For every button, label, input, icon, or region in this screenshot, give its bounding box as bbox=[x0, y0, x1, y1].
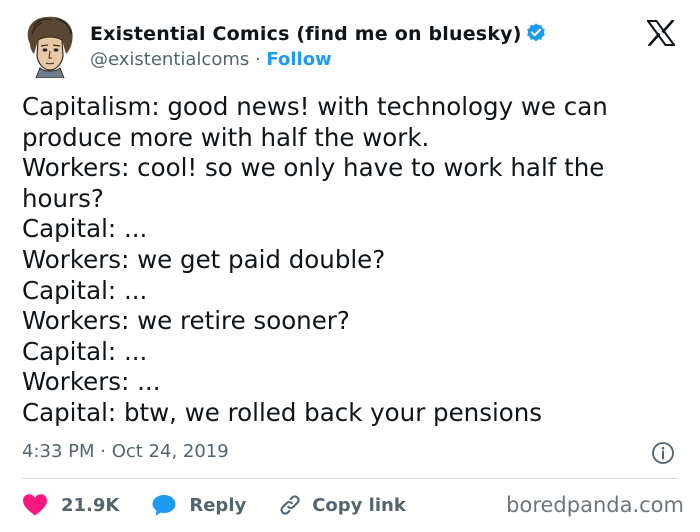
heart-icon bbox=[23, 494, 47, 516]
info-icon[interactable] bbox=[651, 441, 675, 465]
tweet-text: Capitalism: good news! with technology w… bbox=[22, 92, 682, 429]
reply-label: Reply bbox=[189, 494, 247, 516]
x-logo-icon[interactable] bbox=[647, 20, 675, 46]
speech-bubble-icon bbox=[152, 495, 176, 516]
follow-button[interactable]: Follow bbox=[266, 49, 331, 70]
link-icon bbox=[280, 495, 300, 515]
tweet-line: Capitalism: good news! with technology w… bbox=[22, 92, 608, 121]
display-name[interactable]: Existential Comics (find me on bluesky) bbox=[90, 23, 522, 45]
tweet-line: Workers: cool! so we only have to work h… bbox=[22, 153, 605, 183]
handle-row: @existentialcoms · Follow bbox=[90, 49, 332, 70]
tweet-line: Capital: ... bbox=[22, 336, 148, 366]
tweet-line: Workers: ... bbox=[22, 367, 161, 397]
tweet-line: Capital: ... bbox=[22, 275, 148, 305]
verified-badge-icon bbox=[526, 23, 545, 42]
action-bar: 21.9K Reply Copy link bbox=[22, 490, 406, 520]
handle[interactable]: @existentialcoms bbox=[90, 49, 249, 70]
tweet-line: Capital: btw, we rolled back your pensio… bbox=[22, 397, 543, 427]
like-count: 21.9K bbox=[61, 494, 120, 516]
watermark: boredpanda.com bbox=[506, 493, 684, 517]
timestamp[interactable]: 4:33 PM · Oct 24, 2019 bbox=[22, 441, 229, 462]
like-button[interactable]: 21.9K bbox=[22, 493, 119, 517]
tweet-line: Capital: ... bbox=[22, 214, 148, 244]
reply-button[interactable]: Reply bbox=[151, 493, 246, 517]
avatar[interactable] bbox=[22, 14, 78, 78]
tweet-line: hours? bbox=[22, 183, 104, 213]
copy-link-button[interactable]: Copy link bbox=[278, 493, 406, 517]
tweet-line: Workers: we retire sooner? bbox=[22, 306, 350, 336]
separator-dot: · bbox=[249, 49, 267, 70]
tweet-line: produce more with half the work. bbox=[22, 122, 430, 152]
display-name-row[interactable]: Existential Comics (find me on bluesky) bbox=[90, 22, 547, 45]
tweet-line: Workers: we get paid double? bbox=[22, 244, 386, 274]
divider bbox=[22, 478, 678, 479]
copy-link-label: Copy link bbox=[312, 494, 406, 516]
